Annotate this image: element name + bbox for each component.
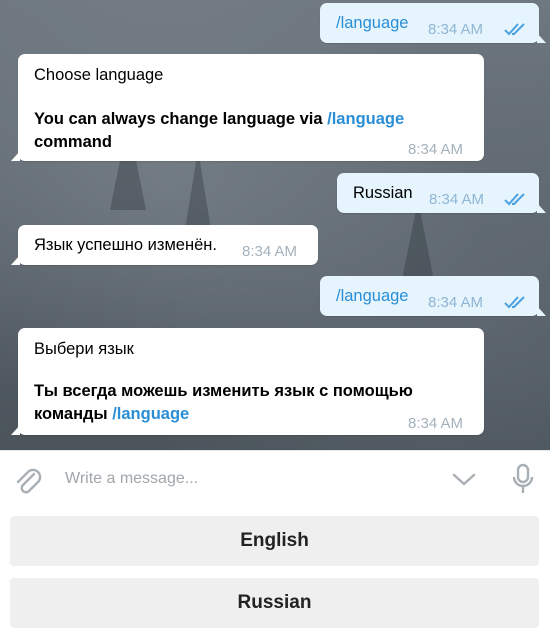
microphone-icon[interactable] xyxy=(512,463,534,495)
message-text: Язык успешно изменён. xyxy=(34,236,217,254)
message-command-link[interactable]: /language xyxy=(112,405,189,423)
message-outgoing[interactable]: Russian 8:34 AM xyxy=(337,173,546,213)
message-title: Выбери язык xyxy=(34,340,134,358)
message-time: 8:34 AM xyxy=(408,141,464,158)
message-command-link[interactable]: /language xyxy=(336,12,409,35)
message-time: 8:34 AM xyxy=(429,191,485,208)
keyboard-button-english[interactable]: English xyxy=(10,516,539,566)
message-outgoing[interactable]: /language 8:34 AM xyxy=(320,3,546,43)
double-check-icon xyxy=(504,296,525,309)
message-composer: Write a message... xyxy=(0,450,550,508)
message-time: 8:34 AM xyxy=(408,415,464,432)
double-check-icon xyxy=(504,193,525,206)
message-incoming[interactable]: Выбери язык Ты всегда можешь изменить яз… xyxy=(11,328,484,435)
chevron-down-icon[interactable] xyxy=(452,473,476,487)
message-incoming[interactable]: Choose language You can always change la… xyxy=(11,54,484,161)
message-title: Choose language xyxy=(34,66,164,84)
message-outgoing[interactable]: /language 8:34 AM xyxy=(320,276,546,316)
message-command-link[interactable]: /language xyxy=(336,285,409,308)
paperclip-icon[interactable] xyxy=(14,465,42,495)
keyboard-button-russian[interactable]: Russian xyxy=(10,578,539,628)
chat-history: /language 8:34 AM Choose language You ca… xyxy=(0,0,550,450)
double-check-icon xyxy=(504,23,525,36)
message-command-link[interactable]: /language xyxy=(327,110,404,128)
message-time: 8:34 AM xyxy=(428,21,484,38)
message-incoming[interactable]: Язык успешно изменён. 8:34 AM xyxy=(11,225,318,265)
message-input[interactable]: Write a message... xyxy=(65,470,198,488)
message-time: 8:34 AM xyxy=(428,294,484,311)
message-text: Russian xyxy=(353,184,413,202)
message-time: 8:34 AM xyxy=(242,243,298,260)
